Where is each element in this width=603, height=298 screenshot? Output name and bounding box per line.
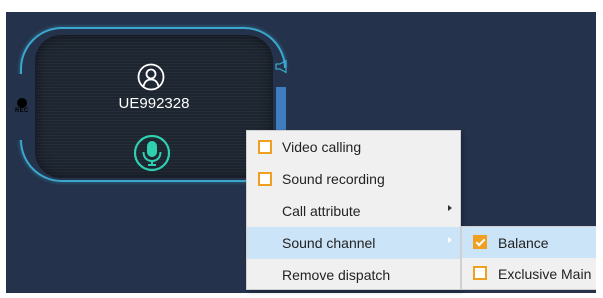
checkbox-exclusive-main[interactable] [473, 266, 487, 280]
submenu-item-exclusive-main[interactable]: Exclusive Main [462, 258, 596, 289]
menu-item-video-calling[interactable]: Video calling [247, 131, 460, 163]
menu-item-sound-recording[interactable]: Sound recording [247, 163, 460, 195]
user-circle-icon [137, 63, 165, 91]
menu-item-remove-dispatch[interactable]: Remove dispatch [247, 259, 460, 291]
checkbox-video-calling[interactable] [258, 140, 272, 154]
submenu-item-balance[interactable]: Balance [462, 227, 596, 258]
menu-item-label: Sound recording [282, 171, 385, 187]
record-dot-icon[interactable] [17, 98, 27, 108]
menu-item-label: Video calling [282, 139, 362, 155]
microphone-icon[interactable] [133, 134, 171, 172]
checkbox-sound-recording[interactable] [258, 172, 272, 186]
submenu-item-label: Balance [498, 235, 549, 251]
sound-channel-submenu: Balance Exclusive Main [461, 226, 596, 290]
speaker-icon[interactable] [274, 59, 288, 74]
menu-item-label: Call attribute [282, 203, 361, 219]
volume-slider[interactable] [276, 87, 286, 135]
ue-id-label: UE992328 [118, 95, 190, 112]
menu-item-label: Sound channel [282, 235, 376, 251]
menu-item-sound-channel[interactable]: Sound channel [247, 227, 460, 259]
context-menu: Video calling Sound recording Call attri… [246, 130, 461, 290]
checkbox-balance[interactable] [473, 235, 487, 249]
ue-card[interactable]: UE992328 [35, 35, 273, 178]
rec-label: REC [15, 108, 29, 114]
submenu-arrow-icon [448, 205, 452, 211]
submenu-arrow-icon [448, 237, 452, 243]
menu-item-label: Remove dispatch [282, 267, 391, 283]
submenu-item-label: Exclusive Main [498, 266, 592, 282]
menu-item-call-attribute[interactable]: Call attribute [247, 195, 460, 227]
